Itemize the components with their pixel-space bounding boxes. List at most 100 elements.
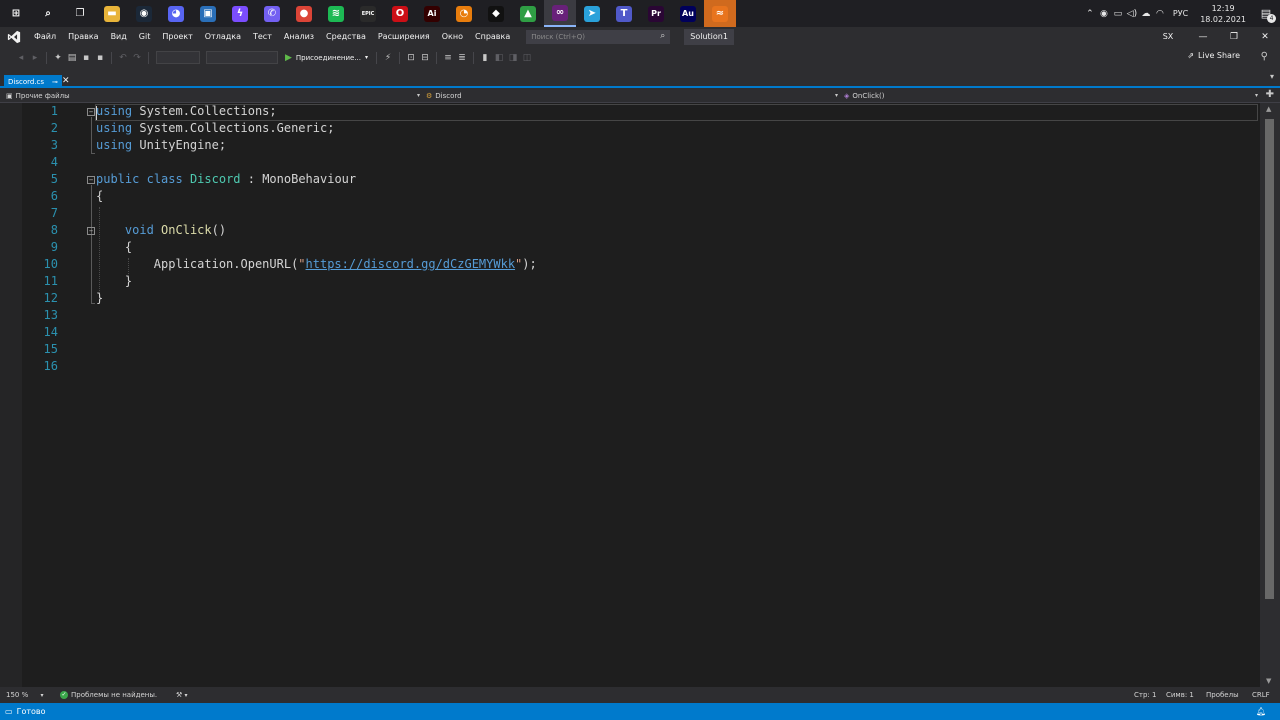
taskbar-start[interactable]: ⊞: [0, 0, 32, 27]
code-line[interactable]: void OnClick(): [96, 222, 226, 239]
wifi-icon[interactable]: ◠: [1153, 9, 1167, 19]
code-cleanup-button[interactable]: ⚒ ▾: [176, 687, 188, 703]
code-line[interactable]: using System.Collections;: [96, 103, 277, 120]
taskbar-illustrator[interactable]: Ai: [416, 0, 448, 27]
menu-item-2[interactable]: Вид: [105, 27, 133, 47]
platform-select[interactable]: [206, 51, 278, 64]
taskbar-search[interactable]: ⌕: [32, 0, 64, 27]
code-line[interactable]: {: [96, 188, 103, 205]
close-icon[interactable]: ✕: [1250, 27, 1280, 47]
taskbar-remote-desktop[interactable]: ▣: [192, 0, 224, 27]
uncomment-icon[interactable]: ≣: [456, 51, 468, 65]
taskbar-steam[interactable]: ◉: [128, 0, 160, 27]
scroll-up-icon[interactable]: ▲: [1266, 105, 1271, 113]
line-indicator[interactable]: Стр: 1: [1134, 687, 1156, 703]
taskbar-nvidia[interactable]: ◆: [480, 0, 512, 27]
user-avatar[interactable]: SX: [1160, 31, 1176, 43]
cloud-icon[interactable]: ☁: [1139, 9, 1153, 19]
code-line[interactable]: using System.Collections.Generic;: [96, 120, 334, 137]
hot-reload-icon[interactable]: ⚡: [382, 51, 394, 65]
code-line[interactable]: }: [96, 273, 132, 290]
menu-item-6[interactable]: Тест: [247, 27, 278, 47]
fold-collapse-icon[interactable]: −: [87, 176, 95, 184]
column-indicator[interactable]: Симв: 1: [1166, 687, 1194, 703]
comment-icon[interactable]: ≡: [442, 51, 454, 65]
taskbar-unity-hub[interactable]: ▲: [512, 0, 544, 27]
taskbar-visual-studio[interactable]: ∞: [544, 0, 576, 27]
navigate-back-icon[interactable]: ◂: [15, 51, 27, 65]
menu-item-7[interactable]: Анализ: [278, 27, 320, 47]
next-bookmark-icon[interactable]: ◨: [507, 51, 519, 65]
taskbar-premiere[interactable]: Pr: [640, 0, 672, 27]
code-editor[interactable]: 1 2 3 4 5 6 7 8 9 10 11 12 13 14 15 16 − − − using Syst…: [0, 103, 1280, 687]
url-link[interactable]: https://discord.gg/dCzGEMYWkk: [306, 257, 516, 271]
code-line[interactable]: }: [96, 290, 103, 307]
zoom-level[interactable]: 150 % ▾: [6, 687, 44, 703]
attach-button[interactable]: ▶ Присоединение... ▾: [281, 53, 372, 63]
vertical-scrollbar[interactable]: ▲ ▼: [1260, 103, 1280, 687]
code-line[interactable]: using UnityEngine;: [96, 137, 226, 154]
taskbar-task-view[interactable]: ❐: [64, 0, 96, 27]
minimize-icon[interactable]: —: [1188, 27, 1218, 47]
redo-icon[interactable]: ↷: [131, 51, 143, 65]
bookmark-icon[interactable]: ▮: [479, 51, 491, 65]
menu-item-4[interactable]: Проект: [156, 27, 198, 47]
pin-icon[interactable]: ⊸: [52, 78, 58, 86]
prev-bookmark-icon[interactable]: ◧: [493, 51, 505, 65]
taskbar-telegram[interactable]: ➤: [576, 0, 608, 27]
feedback-icon[interactable]: ⚲: [1261, 51, 1268, 62]
code-line[interactable]: Application.OpenURL("https://discord.gg/…: [96, 256, 537, 273]
taskbar-teams[interactable]: T: [608, 0, 640, 27]
fold-collapse-icon[interactable]: −: [87, 227, 95, 235]
tab-close-icon[interactable]: ✕: [62, 76, 70, 86]
clear-bookmarks-icon[interactable]: ◫: [521, 51, 533, 65]
taskbar-opera[interactable]: O: [384, 0, 416, 27]
line-ending-indicator[interactable]: CRLF: [1252, 687, 1270, 703]
navigate-forward-icon[interactable]: ▸: [29, 51, 41, 65]
taskbar-epic-games[interactable]: EPIC: [352, 0, 384, 27]
project-dropdown[interactable]: ▣ Прочие файлы ▾: [6, 89, 422, 102]
fold-collapse-icon[interactable]: −: [87, 108, 95, 116]
menu-item-1[interactable]: Правка: [62, 27, 104, 47]
taskbar-blender[interactable]: ◔: [448, 0, 480, 27]
taskbar-spotify[interactable]: ≋: [320, 0, 352, 27]
member-dropdown[interactable]: ◈ OnClick() ▾: [844, 89, 1260, 102]
new-project-icon[interactable]: ✦: [52, 51, 64, 65]
class-dropdown[interactable]: ⚙ Discord ▾: [426, 89, 840, 102]
restore-icon[interactable]: ❐: [1219, 27, 1249, 47]
clock[interactable]: 12:19 18.02.2021: [1200, 3, 1246, 25]
chevron-up-icon[interactable]: ⌃: [1083, 9, 1097, 19]
problems-indicator[interactable]: ✓ Проблемы не найдены.: [60, 687, 157, 703]
language-indicator[interactable]: РУС: [1173, 9, 1188, 18]
save-icon[interactable]: ▪: [80, 51, 92, 65]
browse-icon[interactable]: ⊡: [405, 51, 417, 65]
save-all-icon[interactable]: ▪: [94, 51, 106, 65]
menu-item-8[interactable]: Средства: [320, 27, 372, 47]
scrollbar-thumb[interactable]: [1265, 119, 1274, 599]
menu-item-9[interactable]: Расширения: [372, 27, 436, 47]
open-file-icon[interactable]: ▤: [66, 51, 78, 65]
menu-item-0[interactable]: Файл: [28, 27, 62, 47]
taskbar-file-explorer[interactable]: ▬: [96, 0, 128, 27]
taskbar-audition[interactable]: Au: [672, 0, 704, 27]
menu-item-5[interactable]: Отладка: [199, 27, 247, 47]
code-line[interactable]: public class Discord : MonoBehaviour: [96, 171, 356, 188]
configuration-select[interactable]: [156, 51, 200, 64]
notifications-icon[interactable]: 🔔︎: [1256, 703, 1266, 720]
tab-list-dropdown-icon[interactable]: ▾: [1270, 72, 1274, 81]
menu-item-11[interactable]: Справка: [469, 27, 516, 47]
taskbar-messenger[interactable]: ϟ: [224, 0, 256, 27]
taskbar-discord[interactable]: ◕: [160, 0, 192, 27]
search-input[interactable]: Поиск (Ctrl+Q) ⌕: [526, 30, 671, 44]
live-share-button[interactable]: ⇗ Live Share: [1187, 51, 1240, 60]
taskbar-viber[interactable]: ✆: [256, 0, 288, 27]
menu-item-3[interactable]: Git: [133, 27, 157, 47]
split-editor-icon[interactable]: ✚: [1266, 89, 1274, 100]
menu-item-10[interactable]: Окно: [436, 27, 469, 47]
volume-icon[interactable]: ◁): [1125, 9, 1139, 19]
undo-icon[interactable]: ↶: [117, 51, 129, 65]
code-line[interactable]: {: [96, 239, 132, 256]
taskbar-wunderlist[interactable]: ≈: [704, 0, 736, 27]
scroll-down-icon[interactable]: ▼: [1266, 677, 1271, 685]
taskbar-chrome[interactable]: ●: [288, 0, 320, 27]
